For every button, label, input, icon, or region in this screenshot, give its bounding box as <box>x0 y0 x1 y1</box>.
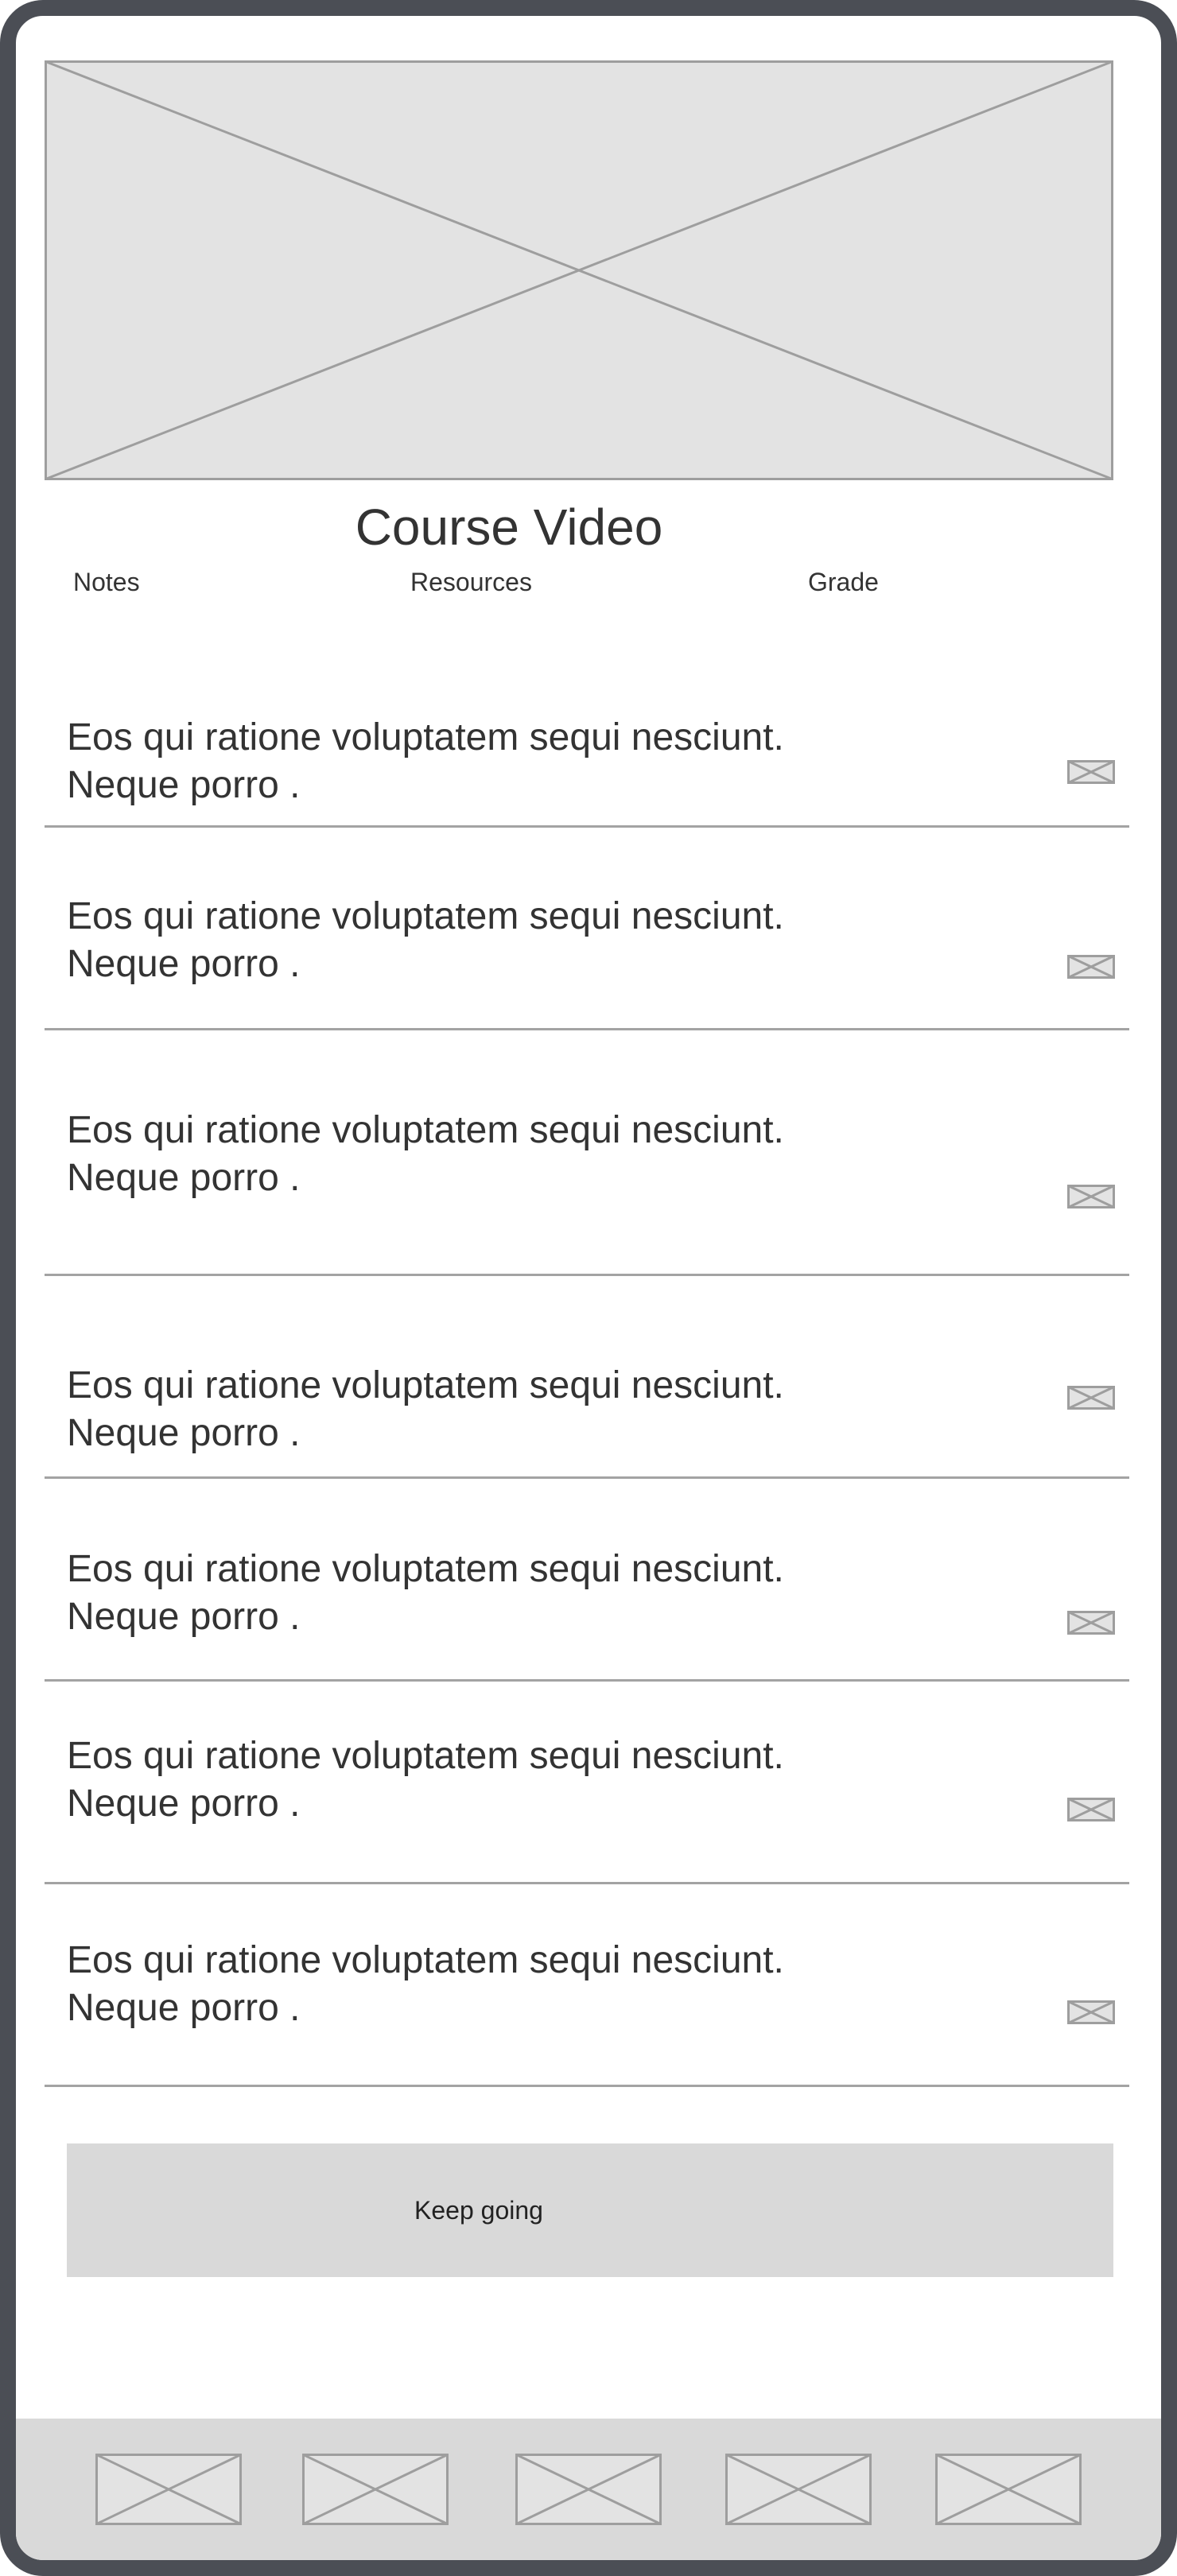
tab-notes[interactable]: Notes <box>73 568 140 597</box>
tab-grade[interactable]: Grade <box>808 568 879 597</box>
list-item-subtitle: Neque porro . <box>67 1412 301 1454</box>
image-placeholder-icon <box>1067 1185 1115 1208</box>
list-item[interactable]: Eos qui ratione voluptatem sequi nesciun… <box>45 1884 1129 2087</box>
video-placeholder-icon[interactable] <box>45 60 1113 480</box>
keep-going-button[interactable]: Keep going <box>67 2143 1113 2277</box>
list-item[interactable]: Eos qui ratione voluptatem sequi nesciun… <box>45 1276 1129 1479</box>
list-item-title: Eos qui ratione voluptatem sequi nesciun… <box>67 895 784 937</box>
list-item-title: Eos qui ratione voluptatem sequi nesciun… <box>67 1939 784 1981</box>
list-item-title: Eos qui ratione voluptatem sequi nesciun… <box>67 1109 784 1151</box>
list-item[interactable]: Eos qui ratione voluptatem sequi nesciun… <box>45 1030 1129 1276</box>
nav-placeholder-icon[interactable] <box>935 2454 1082 2525</box>
image-placeholder-icon <box>1067 1798 1115 1821</box>
nav-placeholder-icon[interactable] <box>95 2454 242 2525</box>
phone-frame: Course Video Notes Resources Grade Eos q… <box>0 0 1177 2576</box>
image-placeholder-icon <box>1067 955 1115 979</box>
list-item-subtitle: Neque porro . <box>67 1157 301 1199</box>
nav-placeholder-icon[interactable] <box>725 2454 872 2525</box>
list-item[interactable]: Eos qui ratione voluptatem sequi nesciun… <box>45 1682 1129 1884</box>
page-title: Course Video <box>355 499 663 556</box>
image-placeholder-icon <box>1067 760 1115 784</box>
list-item-subtitle: Neque porro . <box>67 1596 301 1638</box>
list-item[interactable]: Eos qui ratione voluptatem sequi nesciun… <box>45 828 1129 1030</box>
list-item[interactable]: Eos qui ratione voluptatem sequi nesciun… <box>45 668 1129 828</box>
list-item-subtitle: Neque porro . <box>67 1783 301 1825</box>
list-item-subtitle: Neque porro . <box>67 764 301 806</box>
list-item-title: Eos qui ratione voluptatem sequi nesciun… <box>67 1548 784 1590</box>
keep-going-label: Keep going <box>414 2196 543 2225</box>
list-item[interactable]: Eos qui ratione voluptatem sequi nesciun… <box>45 1479 1129 1682</box>
list-item-title: Eos qui ratione voluptatem sequi nesciun… <box>67 1735 784 1777</box>
list-item-title: Eos qui ratione voluptatem sequi nesciun… <box>67 1364 784 1406</box>
nav-placeholder-icon[interactable] <box>302 2454 449 2525</box>
image-placeholder-icon <box>1067 1386 1115 1410</box>
nav-placeholder-icon[interactable] <box>515 2454 662 2525</box>
list-item-subtitle: Neque porro . <box>67 1987 301 2029</box>
tab-resources[interactable]: Resources <box>410 568 532 597</box>
bottom-nav <box>16 2419 1161 2560</box>
image-placeholder-icon <box>1067 1611 1115 1635</box>
list-item-subtitle: Neque porro . <box>67 943 301 985</box>
image-placeholder-icon <box>1067 2000 1115 2024</box>
list-item-title: Eos qui ratione voluptatem sequi nesciun… <box>67 716 784 758</box>
